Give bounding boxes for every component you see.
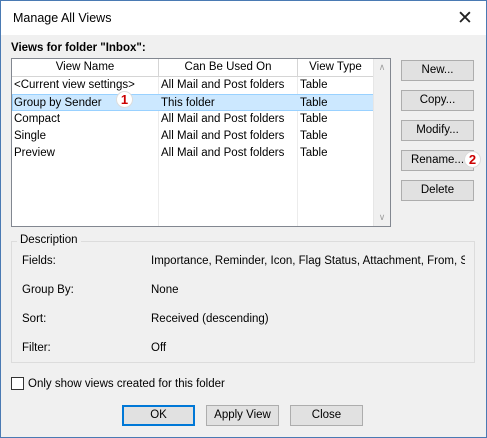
scroll-down-icon[interactable]: ∨ [374, 209, 390, 226]
view-type-cell: Table [300, 113, 328, 125]
vertical-scrollbar[interactable]: ∧ ∨ [373, 59, 390, 226]
group-by-label: Group By: [22, 284, 74, 296]
scroll-up-icon[interactable]: ∧ [374, 59, 390, 76]
manage-all-views-dialog: Manage All Views ✕ Views for folder "Inb… [0, 0, 487, 438]
table-row-selected[interactable]: Group by Sender This folder Table [12, 94, 374, 111]
view-type-cell: Table [300, 147, 328, 159]
fields-label: Fields: [22, 255, 56, 267]
table-row[interactable]: Preview All Mail and Post folders Table [12, 145, 374, 162]
view-type-cell: Table [300, 130, 328, 142]
group-by-value: None [151, 284, 179, 296]
sort-value: Received (descending) [151, 313, 269, 325]
table-row[interactable]: Compact All Mail and Post folders Table [12, 111, 374, 128]
column-header-view-name[interactable]: View Name [12, 59, 159, 77]
can-be-used-on-cell: All Mail and Post folders [161, 79, 285, 91]
view-type-cell: Table [300, 79, 328, 91]
views-for-folder-label: Views for folder "Inbox": [11, 42, 146, 54]
sort-label: Sort: [22, 313, 47, 325]
fields-value: Importance, Reminder, Icon, Flag Status,… [151, 255, 465, 267]
modify-button[interactable]: Modify... [401, 120, 474, 141]
close-icon[interactable]: ✕ [450, 4, 480, 32]
only-show-folder-views-checkbox[interactable] [11, 377, 24, 390]
new-button[interactable]: New... [401, 60, 474, 81]
table-row[interactable]: Single All Mail and Post folders Table [12, 128, 374, 145]
dialog-title: Manage All Views [13, 11, 112, 25]
delete-button[interactable]: Delete [401, 180, 474, 201]
title-bar: Manage All Views ✕ [1, 1, 486, 35]
can-be-used-on-cell: All Mail and Post folders [161, 147, 285, 159]
only-show-folder-views-option[interactable]: Only show views created for this folder [11, 377, 225, 390]
filter-label: Filter: [22, 342, 51, 354]
column-header-view-type[interactable]: View Type [298, 59, 374, 77]
can-be-used-on-cell: This folder [161, 97, 215, 109]
step-badge-1: 1 [116, 91, 133, 108]
filter-value: Off [151, 342, 167, 354]
column-header-can-be-used-on[interactable]: Can Be Used On [159, 59, 298, 77]
view-name-cell: Single [14, 130, 46, 142]
can-be-used-on-cell: All Mail and Post folders [161, 130, 285, 142]
view-type-cell: Table [300, 97, 328, 109]
only-show-folder-views-label: Only show views created for this folder [28, 377, 225, 390]
table-row[interactable]: <Current view settings> All Mail and Pos… [12, 77, 374, 94]
copy-button[interactable]: Copy... [401, 90, 474, 111]
view-name-cell: Group by Sender [14, 97, 102, 109]
view-name-cell: Compact [14, 113, 61, 125]
rename-button[interactable]: Rename... [401, 150, 474, 171]
close-button[interactable]: Close [290, 405, 363, 426]
apply-view-button[interactable]: Apply View [206, 405, 279, 426]
views-list[interactable]: View Name Can Be Used On View Type <Curr… [11, 58, 391, 227]
can-be-used-on-cell: All Mail and Post folders [161, 113, 285, 125]
view-name-cell: <Current view settings> [14, 79, 135, 91]
ok-button[interactable]: OK [122, 405, 195, 426]
step-badge-2: 2 [464, 151, 481, 168]
view-name-cell: Preview [14, 147, 55, 159]
description-heading: Description [17, 234, 81, 246]
